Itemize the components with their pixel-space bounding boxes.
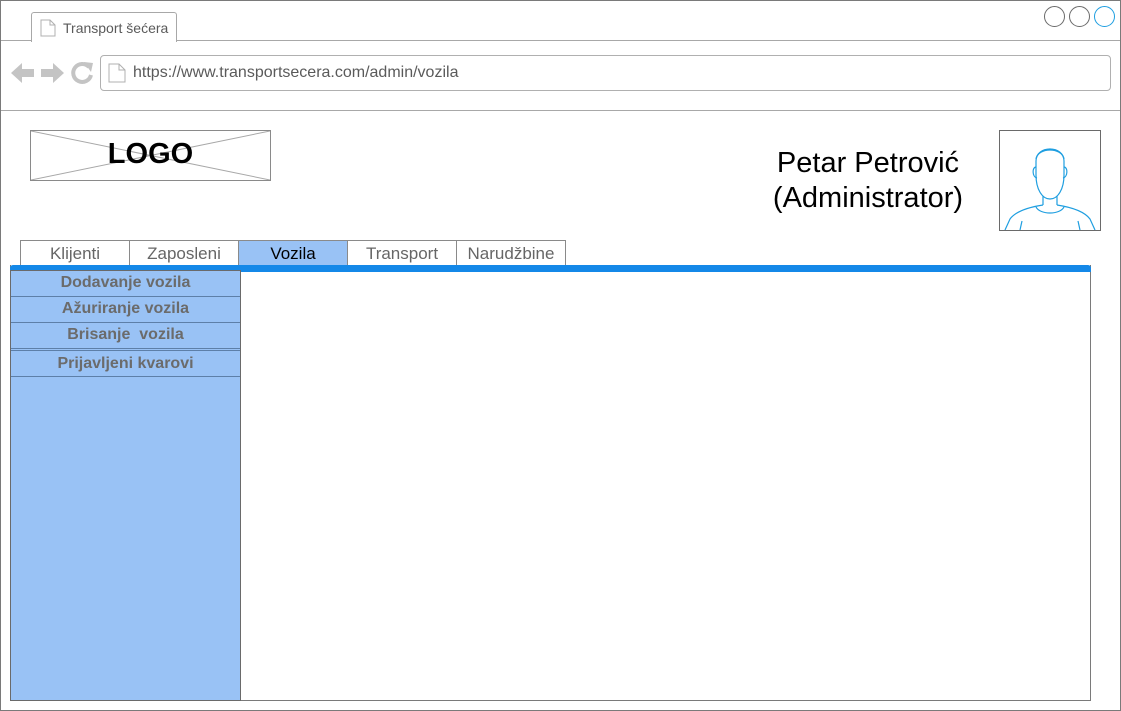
page-icon (108, 63, 126, 88)
tab-vozila[interactable]: Vozila (238, 240, 348, 266)
address-bar-url: https://www.transportsecera.com/admin/vo… (133, 64, 459, 81)
tab-klijenti[interactable]: Klijenti (20, 240, 130, 266)
sidebar: Dodavanje vozila Ažuriranje vozila Brisa… (10, 270, 241, 701)
window-minimize-button[interactable] (1044, 6, 1065, 27)
back-arrow-icon[interactable] (11, 60, 35, 91)
user-info: Petar Petrović (Administrator) (740, 146, 996, 216)
sidebar-item-update-vehicle[interactable]: Ažuriranje vozila (11, 297, 240, 323)
forward-arrow-icon[interactable] (40, 60, 64, 91)
main-tabs: Klijenti Zaposleni Vozila Transport Naru… (20, 240, 566, 266)
browser-tab[interactable]: Transport šećera (31, 12, 177, 42)
user-role: (Administrator) (772, 182, 964, 214)
tab-transport[interactable]: Transport (347, 240, 457, 266)
page-icon (40, 19, 56, 42)
tab-zaposleni[interactable]: Zaposleni (129, 240, 239, 266)
browser-navbar: https://www.transportsecera.com/admin/vo… (1, 41, 1120, 111)
logo: LOGO (30, 130, 271, 181)
browser-tabstrip: Transport šećera (1, 1, 1120, 42)
logo-text: LOGO (107, 138, 194, 170)
address-bar[interactable]: https://www.transportsecera.com/admin/vo… (100, 55, 1111, 91)
tab-narudzbine[interactable]: Narudžbine (456, 240, 566, 266)
avatar[interactable] (999, 130, 1101, 231)
user-avatar-icon (1004, 148, 1096, 231)
reload-icon[interactable] (70, 60, 94, 91)
window-close-button[interactable] (1094, 6, 1115, 27)
window-maximize-button[interactable] (1069, 6, 1090, 27)
browser-tab-title: Transport šećera (63, 20, 169, 36)
user-name: Petar Petrović (776, 147, 960, 179)
sidebar-item-add-vehicle[interactable]: Dodavanje vozila (11, 271, 240, 297)
sidebar-item-reported-faults[interactable]: Prijavljeni kvarovi (11, 350, 240, 377)
sidebar-item-delete-vehicle[interactable]: Brisanje vozila (11, 323, 240, 349)
